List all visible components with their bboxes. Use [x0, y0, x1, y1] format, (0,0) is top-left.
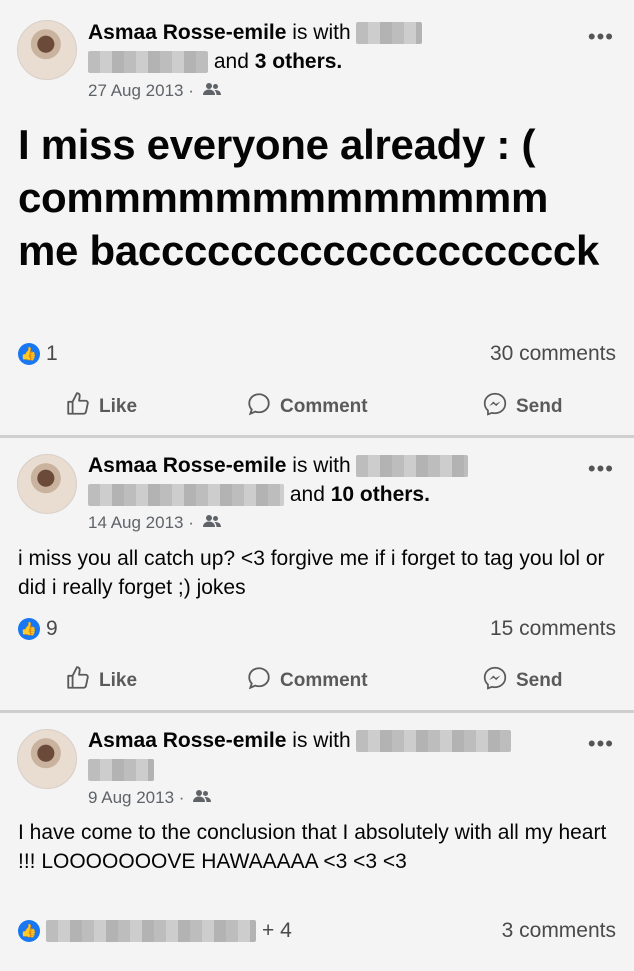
- blurred-tag: [88, 484, 284, 507]
- post-date[interactable]: 27 Aug 2013: [88, 81, 183, 100]
- blurred-reactors: [46, 920, 256, 942]
- author-name[interactable]: Asmaa Rosse-emile: [88, 454, 286, 477]
- reaction-count: 9: [46, 617, 58, 640]
- messenger-icon: [482, 665, 508, 697]
- post-meta: 14 Aug 2013 ·: [88, 512, 221, 534]
- post-date[interactable]: 9 Aug 2013: [88, 788, 174, 807]
- with-text: is with: [292, 21, 351, 44]
- post-header-line2: [88, 756, 154, 784]
- post-meta: 9 Aug 2013 ·: [88, 787, 212, 809]
- post-text: I miss everyone already : ( commmmmmmmmm…: [18, 121, 600, 274]
- blurred-tag: [356, 730, 512, 753]
- comment-icon: [246, 391, 272, 423]
- like-button[interactable]: Like: [65, 391, 137, 423]
- others-link[interactable]: 10 others.: [331, 483, 430, 506]
- like-reaction-icon: 👍: [18, 343, 40, 365]
- send-label: Send: [516, 396, 563, 417]
- friends-icon: [202, 512, 221, 534]
- with-text: is with: [292, 454, 351, 477]
- reactions[interactable]: 👍 + 4: [18, 919, 292, 943]
- post-text: I have come to the conclusion that I abs…: [18, 821, 607, 873]
- action-bar: Like Comment Send: [0, 665, 634, 705]
- like-reaction-icon: 👍: [18, 618, 40, 640]
- reactions[interactable]: 👍 9: [18, 617, 58, 641]
- author-name[interactable]: Asmaa Rosse-emile: [88, 729, 286, 752]
- more-options-icon[interactable]: •••: [588, 24, 614, 50]
- comments-count[interactable]: 30 comments: [490, 342, 616, 366]
- post-header: Asmaa Rosse-emile is with: [88, 19, 423, 47]
- friends-icon: [202, 80, 221, 102]
- comment-icon: [246, 665, 272, 697]
- thumbs-up-icon: [65, 391, 91, 423]
- like-reaction-icon: 👍: [18, 920, 40, 942]
- like-label: Like: [99, 396, 138, 417]
- date-separator: ·: [183, 513, 199, 532]
- send-label: Send: [516, 670, 563, 691]
- and-text: and: [289, 483, 325, 506]
- author-name[interactable]: Asmaa Rosse-emile: [88, 21, 286, 44]
- comment-label: Comment: [280, 670, 368, 691]
- post-date[interactable]: 14 Aug 2013: [88, 513, 183, 532]
- messenger-icon: [482, 391, 508, 423]
- thumbs-up-icon: [65, 665, 91, 697]
- post-text: i miss you all catch up? <3 forgive me i…: [18, 547, 605, 599]
- action-bar: Like Comment Send: [0, 391, 634, 431]
- comment-label: Comment: [280, 396, 368, 417]
- post-header-line2: and 3 others.: [88, 48, 342, 76]
- reaction-extra-count: + 4: [262, 919, 292, 942]
- reaction-count: 1: [46, 342, 58, 365]
- comments-count[interactable]: 15 comments: [490, 617, 616, 641]
- and-text: and: [213, 50, 249, 73]
- post-meta: 27 Aug 2013 ·: [88, 80, 221, 102]
- blurred-tag: [88, 51, 208, 74]
- send-button[interactable]: Send: [482, 665, 562, 697]
- like-button[interactable]: Like: [65, 665, 137, 697]
- post-header-line2: and 10 others.: [88, 481, 430, 509]
- post-2: Asmaa Rosse-emile is with and 10 others.…: [0, 438, 634, 710]
- avatar[interactable]: [17, 729, 77, 789]
- friends-icon: [193, 787, 212, 809]
- avatar[interactable]: [17, 454, 77, 514]
- more-options-icon[interactable]: •••: [588, 731, 614, 757]
- post-header: Asmaa Rosse-emile is with: [88, 727, 512, 755]
- blurred-tag: [356, 455, 469, 478]
- date-separator: ·: [183, 81, 199, 100]
- others-link[interactable]: 3 others.: [255, 50, 343, 73]
- like-label: Like: [99, 670, 138, 691]
- reactions[interactable]: 👍 1: [18, 342, 58, 366]
- blurred-tag: [88, 759, 154, 782]
- comments-count[interactable]: 3 comments: [502, 919, 616, 943]
- comment-button[interactable]: Comment: [246, 391, 368, 423]
- send-button[interactable]: Send: [482, 391, 562, 423]
- with-text: is with: [292, 729, 351, 752]
- post-1: Asmaa Rosse-emile is with and 3 others. …: [0, 0, 634, 435]
- more-options-icon[interactable]: •••: [588, 456, 614, 482]
- avatar[interactable]: [17, 20, 77, 80]
- post-header: Asmaa Rosse-emile is with: [88, 452, 469, 480]
- date-separator: ·: [174, 788, 190, 807]
- blurred-tag: [356, 22, 423, 45]
- comment-button[interactable]: Comment: [246, 665, 368, 697]
- post-3: Asmaa Rosse-emile is with 9 Aug 2013 · •…: [0, 713, 634, 971]
